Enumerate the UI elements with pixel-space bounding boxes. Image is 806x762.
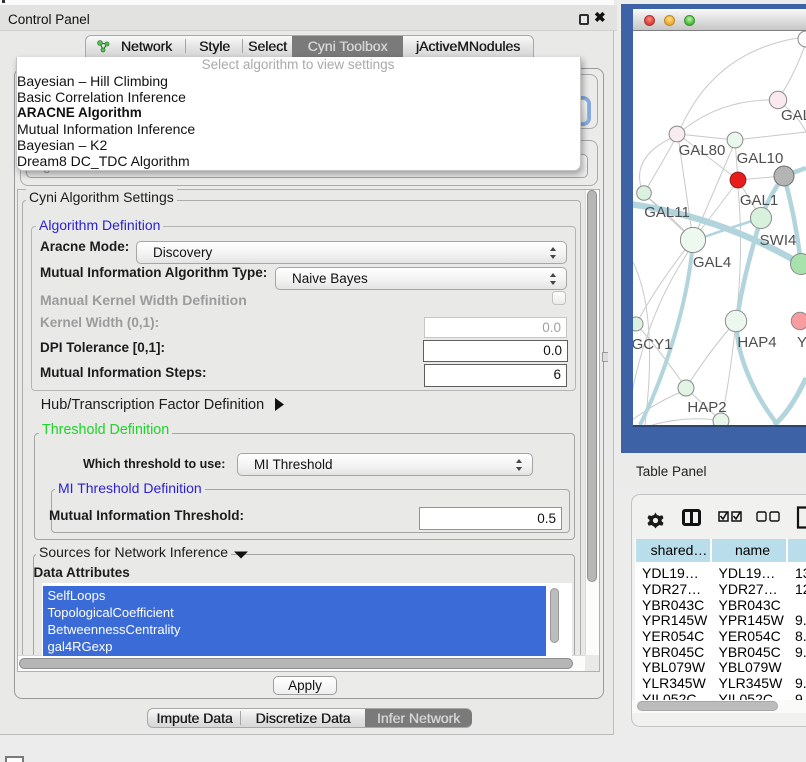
svg-text:HAP4: HAP4 — [737, 334, 776, 351]
svg-text:YJ: YJ — [797, 334, 806, 351]
svg-text:GAL11: GAL11 — [644, 204, 690, 221]
svg-text:GAL80: GAL80 — [679, 142, 726, 159]
svg-text:GAL1: GAL1 — [740, 192, 778, 209]
svg-text:GAL4: GAL4 — [693, 254, 731, 271]
svg-text:GCY1: GCY1 — [633, 336, 672, 353]
svg-text:GAL7: GAL7 — [781, 107, 806, 124]
svg-text:GAL10: GAL10 — [737, 150, 784, 167]
svg-text:SWI4: SWI4 — [760, 232, 797, 249]
svg-text:HAP2: HAP2 — [687, 399, 726, 416]
